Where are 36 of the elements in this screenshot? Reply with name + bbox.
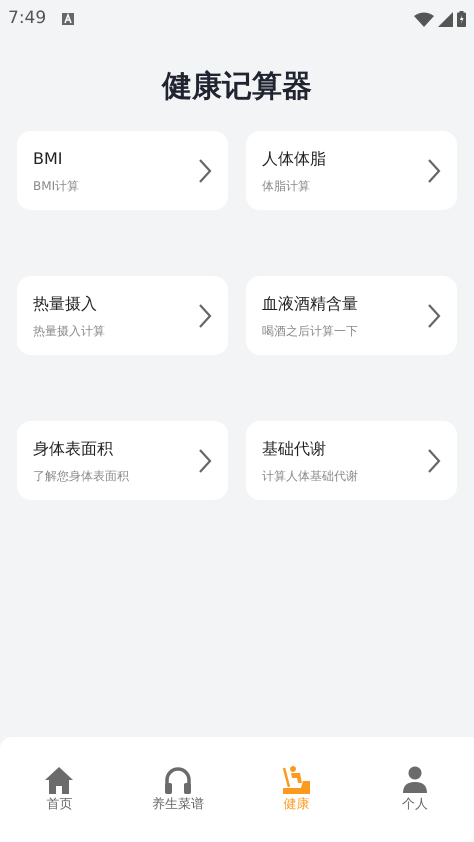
signal-icon	[438, 12, 453, 26]
tab-bar-item[interactable]: 首页	[0, 765, 118, 842]
chevron-right-icon	[427, 302, 441, 328]
calculator-card[interactable]: BMI BMI计算	[17, 131, 228, 210]
tab-bar-item[interactable]: 个人	[356, 765, 474, 842]
card-title: 热量摄入	[33, 292, 98, 314]
card-subtitle: BMI计算	[33, 178, 80, 194]
calculator-card[interactable]: 热量摄入 热量摄入计算	[17, 276, 228, 355]
card-title: 身体表面积	[33, 438, 114, 460]
card-title: BMI	[33, 148, 64, 170]
chevron-right-icon	[427, 448, 441, 474]
card-subtitle: 喝酒之后计算一下	[262, 322, 359, 340]
chevron-right-icon	[427, 158, 441, 184]
card-title: 基础代谢	[262, 438, 327, 460]
exercise-machine-icon	[281, 765, 312, 795]
calculator-card[interactable]: 人体体脂 体脂计算	[246, 131, 457, 210]
headphones-icon	[162, 765, 193, 795]
card-subtitle: 热量摄入计算	[33, 322, 106, 340]
chevron-right-icon	[198, 448, 212, 474]
chevron-right-icon	[198, 302, 212, 328]
card-subtitle: 了解您身体表面积	[33, 468, 130, 484]
wifi-icon	[414, 12, 434, 26]
calculator-card[interactable]: 血液酒精含量 喝酒之后计算一下	[246, 276, 457, 355]
calculator-card[interactable]: 身体表面积 了解您身体表面积	[17, 421, 228, 500]
calculator-card[interactable]: 基础代谢 计算人体基础代谢	[246, 421, 457, 500]
tab-bar-item[interactable]: 养生菜谱	[118, 765, 237, 842]
chevron-right-icon	[198, 158, 212, 184]
card-title: 人体体脂	[262, 148, 327, 170]
card-subtitle: 体脂计算	[262, 178, 311, 194]
card-title: 血液酒精含量	[262, 292, 359, 314]
page-title: 健康记算器	[160, 68, 313, 106]
home-icon	[44, 765, 74, 795]
battery-icon	[457, 11, 466, 27]
card-subtitle: 计算人体基础代谢	[262, 468, 359, 484]
notification-icon	[62, 13, 74, 25]
status-time: 7:49	[8, 7, 46, 30]
